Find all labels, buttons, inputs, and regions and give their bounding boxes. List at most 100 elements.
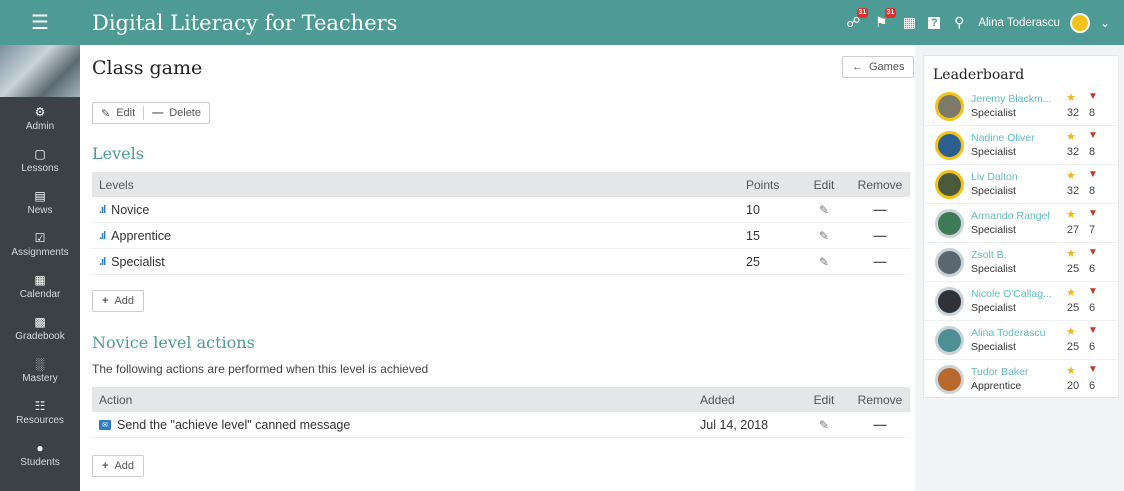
hamburger-menu-icon[interactable]: ☰ [0,0,80,45]
level-points: 10 [746,202,760,217]
sidebar-item-label: Students [20,456,60,468]
shield-icon: ▼ [1088,325,1098,336]
sidebar-item-label: News [27,204,53,216]
add-button-label: Add [114,295,135,307]
table-row: .ıl Specialist 25 ✎ — [92,249,910,275]
leaderboard-points: 25 [1066,263,1080,275]
remove-icon[interactable]: — [850,228,910,243]
arrow-left-icon: ← [852,61,863,73]
leaderboard-name[interactable]: Zsolt B. [971,249,1059,261]
remove-icon[interactable]: — [850,202,910,217]
leaderboard-row: Jeremy Blackm... Specialist ★ ▼ 32 8 [924,87,1120,126]
announcements-icon[interactable]: ⚑ 31 [872,7,897,32]
add-action-button[interactable]: + Add [92,455,145,477]
leaderboard-row: Liv Dalton Specialist ★ ▼ 32 8 [924,165,1120,204]
leaderboard-points: 25 [1066,302,1080,314]
sidebar-item-lessons[interactable]: ▢ Lessons [0,139,80,181]
leaderboard-badges: 6 [1088,341,1096,353]
pencil-icon[interactable]: ✎ [798,255,850,269]
sidebar-item-calendar[interactable]: ▦ Calendar [0,265,80,307]
sidebar-item-mastery[interactable]: ░ Mastery [0,349,80,391]
level-points: 15 [746,228,760,243]
avatar [935,248,964,277]
app-title: Digital Literacy for Teachers [92,10,398,35]
leaderboard-level: Specialist [971,341,1016,353]
shield-icon: ▼ [1088,130,1098,141]
top-bar-actions: ☍ 31 ⚑ 31 ▦ ? ⚲ Alina Toderascu ⌄ [844,7,1124,33]
sidebar-item-admin[interactable]: ⚙ Admin [0,97,80,139]
add-button-label: Add [114,460,135,472]
level-name[interactable]: Apprentice [111,229,171,243]
avatar [935,170,964,199]
chevron-down-icon[interactable]: ⌄ [1100,16,1110,30]
leaderboard-name[interactable]: Alina Toderascu [971,327,1059,339]
edit-button[interactable]: ✎ Edit [93,103,143,123]
column-header-action: Action [99,392,133,407]
level-bars-icon: .ıl [99,203,106,216]
leaderboard-level: Specialist [971,263,1016,275]
leaderboard-name[interactable]: Liv Dalton [971,171,1059,183]
leaderboard-name[interactable]: Jeremy Blackm... [971,93,1059,105]
sidebar-item-news[interactable]: ▤ News [0,181,80,223]
level-name[interactable]: Specialist [111,255,165,269]
shield-icon: ▼ [1088,91,1098,102]
level-points: 25 [746,254,760,269]
leaderboard-level: Specialist [971,302,1016,314]
leaderboard-points: 32 [1066,146,1080,158]
help-icon[interactable]: ? [928,16,941,29]
sidebar-item-label: Mastery [22,372,58,384]
levels-table-header: Levels Points Edit Remove [92,172,910,197]
pencil-icon[interactable]: ✎ [798,229,850,243]
delete-button[interactable]: — Delete [144,103,209,123]
user-avatar[interactable] [1069,12,1090,33]
remove-icon[interactable]: — [850,417,910,432]
column-header-remove: Remove [857,392,903,407]
sidebar-item-gradebook[interactable]: ▩ Gradebook [0,307,80,349]
shield-icon: ▼ [1088,247,1098,258]
avatar [935,365,964,394]
column-header-edit: Edit [813,392,835,407]
leaderboard-points: 25 [1066,341,1080,353]
notifications-icon[interactable]: ☍ 31 [844,7,869,32]
leaderboard-name[interactable]: Nadine Oliver [971,132,1059,144]
calendar-icon[interactable]: ▦ [900,14,918,32]
leaderboard-points: 32 [1066,185,1080,197]
column-header-added: Added [700,392,735,407]
table-row: .ıl Apprentice 15 ✎ — [92,223,910,249]
leaderboard-level: Specialist [971,185,1016,197]
plus-icon: + [102,460,109,472]
leaderboard-row: Tudor Baker Apprentice ★ ▼ 20 6 [924,360,1120,399]
news-icon: ▤ [34,188,46,203]
page-title: Class game [92,57,203,79]
sidebar-item-assignments[interactable]: ☑ Assignments [0,223,80,265]
level-name[interactable]: Novice [111,203,149,217]
column-header-levels: Levels [99,177,134,192]
table-row: ✉ Send the "achieve level" canned message… [92,412,910,438]
pencil-icon[interactable]: ✎ [798,203,850,217]
levels-table: Levels Points Edit Remove .ıl Novice 10 ✎… [92,172,910,275]
sidebar-item-label: Resources [16,414,64,426]
pencil-icon[interactable]: ✎ [798,418,850,432]
gradebook-icon: ▩ [34,314,46,329]
sidebar-item-students[interactable]: ● Students [0,433,80,475]
leaderboard-name[interactable]: Armando Rangel [971,210,1059,222]
actions-table-header: Action Added Edit Remove [92,387,910,412]
leaderboard-name[interactable]: Tudor Baker [971,366,1059,378]
leaderboard-panel: Leaderboard Jeremy Blackm... Specialist … [923,55,1120,399]
sidebar-item-resources[interactable]: ☷ Resources [0,391,80,433]
leaderboard-level: Apprentice [971,380,1022,392]
leaderboard-name[interactable]: Nicole O'Callag... [971,288,1059,300]
notifications-badge: 31 [856,7,869,18]
user-name[interactable]: Alina Toderascu [978,17,1060,29]
leaderboard-badges: 7 [1088,224,1096,236]
actions-description: The following actions are performed when… [92,362,429,376]
course-photo [0,45,80,97]
table-row: .ıl Novice 10 ✎ — [92,197,910,223]
search-icon[interactable]: ⚲ [950,14,968,32]
add-level-button[interactable]: + Add [92,290,145,312]
gear-icon: ⚙ [34,104,46,119]
leaderboard-points: 27 [1066,224,1080,236]
remove-icon[interactable]: — [850,254,910,269]
leaderboard-badges: 8 [1088,146,1096,158]
back-to-games-button[interactable]: ← Games [842,56,915,78]
